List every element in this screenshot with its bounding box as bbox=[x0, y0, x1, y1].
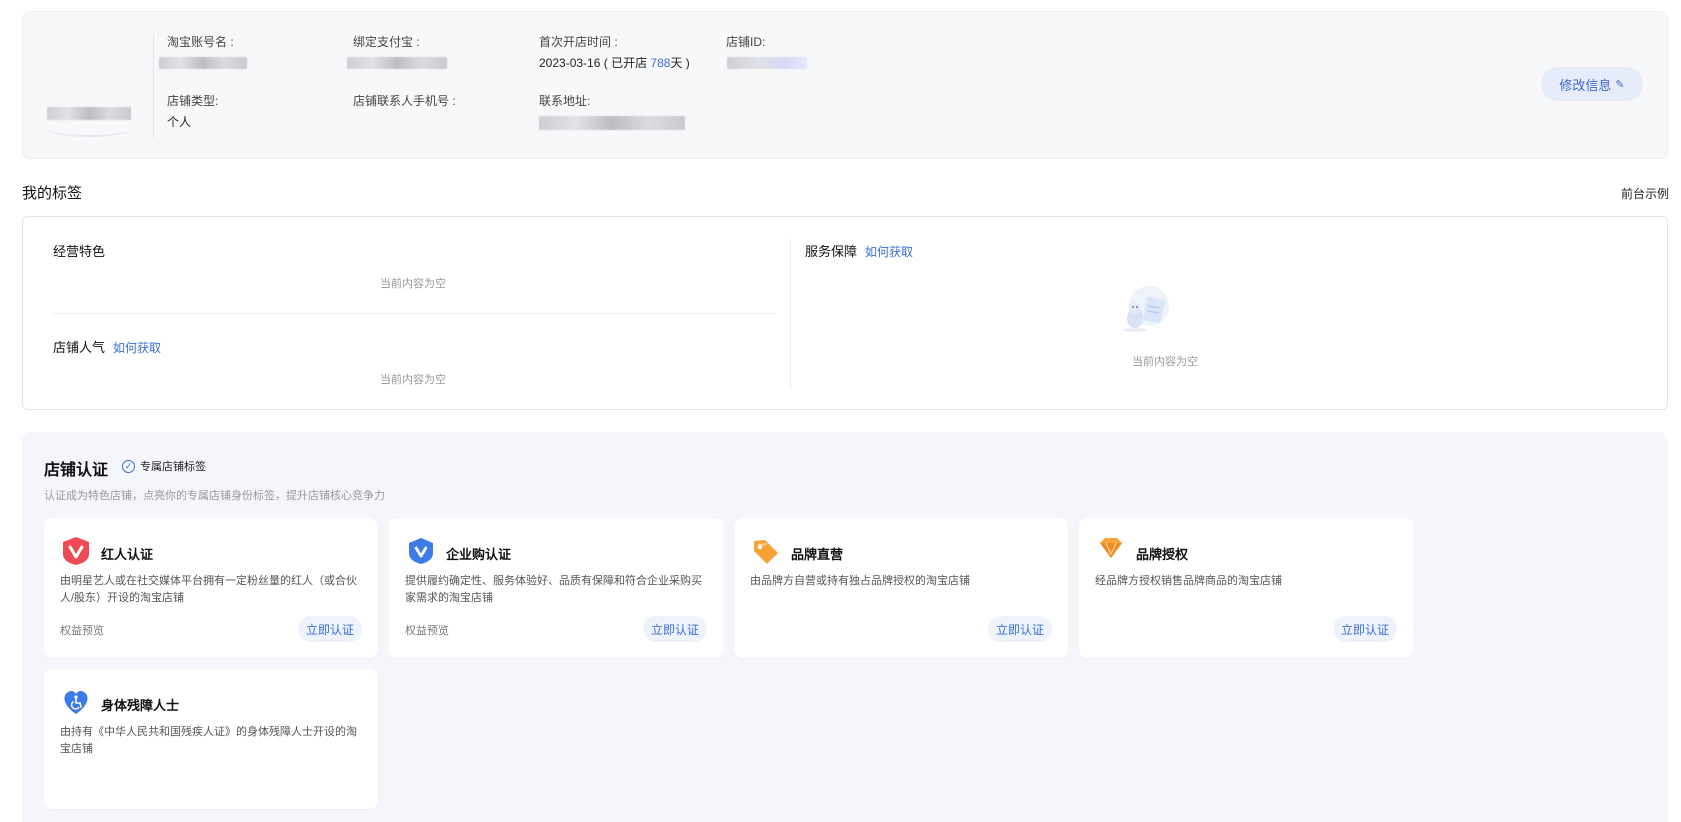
cert-card-brand-authorized[interactable]: 品牌授权 经品牌方授权销售品牌商品的淘宝店铺 立即认证 bbox=[1079, 518, 1413, 658]
shop-info-panel: 淘宝账号名 : 绑定支付宝 : 首次开店时间 : 2023-03-16 ( 已开… bbox=[22, 11, 1668, 159]
cert-card-desc: 提供履约确定性、服务体验好、品质有保障和符合企业采购买家需求的淘宝店铺 bbox=[405, 575, 702, 604]
shop-id-value bbox=[726, 57, 807, 69]
blue-v-shield-icon bbox=[409, 538, 433, 564]
certify-now-button[interactable]: 立即认证 bbox=[1333, 616, 1397, 642]
certification-subtitle: 认证成为特色店铺，点亮你的专属店铺身份标签，提升店铺核心竞争力 bbox=[44, 490, 385, 502]
open-days: 788 bbox=[650, 56, 671, 70]
red-v-shield-icon bbox=[63, 537, 89, 565]
shop-type-value: 个人 bbox=[167, 115, 192, 129]
check-circle-icon: ✓ bbox=[122, 459, 135, 473]
alipay-field: 绑定支付宝 : bbox=[347, 34, 447, 69]
pencil-icon: ✎ bbox=[1615, 78, 1625, 91]
frontend-example-link[interactable]: 前台示例 bbox=[1621, 185, 1669, 202]
blue-heart-accessibility-icon bbox=[64, 690, 88, 714]
orange-tag-icon bbox=[754, 540, 778, 564]
taobao-account-value bbox=[159, 57, 247, 69]
alipay-value bbox=[347, 57, 447, 69]
shop-id-label: 店铺ID: bbox=[726, 35, 766, 49]
empty-state-illustration-icon bbox=[1123, 286, 1169, 332]
business-features-heading: 经营特色 bbox=[53, 241, 105, 260]
tags-row-divider bbox=[53, 313, 775, 314]
taobao-account-field: 淘宝账号名 : bbox=[159, 34, 247, 69]
tags-panel: 经营特色 当前内容为空 店铺人气 如何获取 当前内容为空 服务保障 如何获取 当前内… bbox=[22, 216, 1668, 410]
cert-card-influencer[interactable]: 红人认证 由明星艺人或在社交媒体平台拥有一定粉丝量的红人（或合伙人/股东）开设的… bbox=[44, 518, 378, 658]
exclusive-tag-label: 专属店铺标签 bbox=[140, 461, 206, 473]
cert-card-desc: 由持有《中华人民共和国残疾人证》的身体残障人士开设的淘宝店铺 bbox=[60, 726, 357, 755]
cert-card-name: 品牌直营 bbox=[791, 547, 844, 562]
avatar-decoration bbox=[47, 121, 131, 137]
phone-label: 店铺联系人手机号 : bbox=[353, 94, 456, 108]
cert-card-brand-direct[interactable]: 品牌直营 由品牌方自营或持有独占品牌授权的淘宝店铺 立即认证 bbox=[734, 518, 1068, 658]
cert-card-desc: 由品牌方自营或持有独占品牌授权的淘宝店铺 bbox=[750, 575, 970, 587]
first-open-label: 首次开店时间 : bbox=[539, 35, 618, 49]
business-features-label: 经营特色 bbox=[53, 244, 106, 259]
phone-field: 店铺联系人手机号 : bbox=[353, 93, 456, 109]
shop-popularity-label: 店铺人气 bbox=[53, 340, 106, 355]
benefit-preview-link[interactable]: 权益预览 bbox=[405, 622, 449, 638]
address-field: 联系地址: bbox=[539, 93, 685, 130]
benefit-preview-link[interactable]: 权益预览 bbox=[60, 622, 104, 638]
orange-diamond-icon bbox=[1100, 538, 1122, 558]
cert-card-desc: 由明星艺人或在社交媒体平台拥有一定粉丝量的红人（或合伙人/股东）开设的淘宝店铺 bbox=[60, 575, 357, 604]
tags-column-divider bbox=[790, 239, 791, 389]
certify-now-button[interactable]: 立即认证 bbox=[298, 616, 362, 642]
first-open-value: 2023-03-16 ( 已开店 788天 ) bbox=[539, 55, 690, 71]
cert-card-enterprise[interactable]: 企业购认证 提供履约确定性、服务体验好、品质有保障和符合企业采购买家需求的淘宝店… bbox=[389, 518, 723, 658]
edit-info-button[interactable]: 修改信息 ✎ bbox=[1541, 67, 1643, 101]
first-open-field: 首次开店时间 : 2023-03-16 ( 已开店 788天 ) bbox=[539, 34, 690, 71]
cert-card-name: 企业购认证 bbox=[446, 547, 512, 562]
redacted-shop-name bbox=[47, 107, 131, 120]
service-guarantee-empty: 当前内容为空 bbox=[1132, 356, 1198, 368]
certify-now-button[interactable]: 立即认证 bbox=[988, 616, 1052, 642]
shop-popularity-heading: 店铺人气 如何获取 bbox=[53, 337, 161, 356]
service-guarantee-heading: 服务保障 如何获取 bbox=[805, 241, 913, 260]
certify-now-button[interactable]: 立即认证 bbox=[643, 616, 707, 642]
taobao-account-label: 淘宝账号名 : bbox=[167, 35, 234, 49]
shop-id-field: 店铺ID: bbox=[726, 34, 807, 69]
cert-card-name: 红人认证 bbox=[101, 547, 154, 562]
business-features-empty: 当前内容为空 bbox=[380, 278, 446, 290]
my-tags-title: 我的标签 bbox=[22, 185, 83, 202]
edit-info-label: 修改信息 bbox=[1559, 77, 1612, 93]
cert-card-name: 品牌授权 bbox=[1136, 547, 1189, 562]
cert-card-desc: 经品牌方授权销售品牌商品的淘宝店铺 bbox=[1095, 575, 1282, 587]
cert-card-name: 身体残障人士 bbox=[101, 698, 180, 713]
shop-type-label: 店铺类型: bbox=[167, 94, 219, 108]
shop-popularity-empty: 当前内容为空 bbox=[380, 374, 446, 386]
cert-card-disability[interactable]: 身体残障人士 由持有《中华人民共和国残疾人证》的身体残障人士开设的淘宝店铺 bbox=[44, 669, 378, 809]
exclusive-tag-badge: ✓ 专属店铺标签 bbox=[122, 458, 206, 474]
certification-panel: 店铺认证 ✓ 专属店铺标签 认证成为特色店铺，点亮你的专属店铺身份标签，提升店铺… bbox=[22, 432, 1668, 822]
service-how-to-get-link[interactable]: 如何获取 bbox=[865, 245, 913, 259]
address-label: 联系地址: bbox=[539, 94, 591, 108]
alipay-label: 绑定支付宝 : bbox=[353, 35, 420, 49]
service-guarantee-label: 服务保障 bbox=[805, 244, 858, 259]
address-value bbox=[539, 116, 685, 130]
certification-title: 店铺认证 bbox=[44, 462, 109, 479]
first-open-date: 2023-03-16 bbox=[539, 56, 601, 70]
shop-type-field: 店铺类型: 个人 bbox=[167, 93, 218, 130]
open-prefix: ( 已开店 bbox=[603, 56, 648, 70]
info-divider bbox=[153, 34, 154, 138]
popularity-how-to-get-link[interactable]: 如何获取 bbox=[113, 341, 161, 355]
shop-avatar bbox=[47, 107, 131, 141]
open-suffix: 天 ) bbox=[670, 56, 690, 70]
